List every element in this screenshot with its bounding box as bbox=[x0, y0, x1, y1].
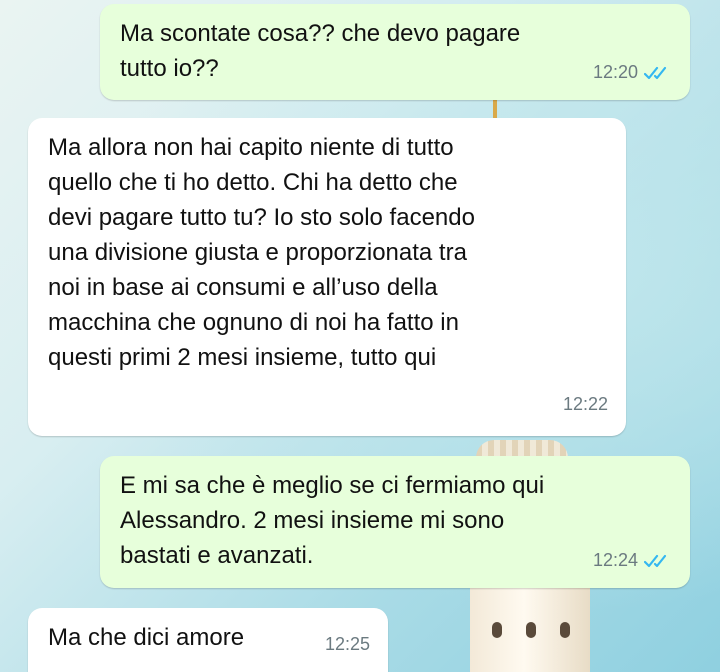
message-time: 12:22 bbox=[562, 394, 608, 414]
wallpaper-window bbox=[526, 622, 536, 638]
double-check-icon bbox=[644, 554, 667, 567]
message-bubble-outgoing[interactable]: E mi sa che è meglio se ci fermiamo qui … bbox=[100, 456, 690, 588]
message-meta: 12:22 bbox=[563, 387, 608, 422]
message-time: 12:24 bbox=[592, 550, 638, 570]
message-meta: 12:24 bbox=[593, 543, 672, 578]
wallpaper-window bbox=[492, 622, 502, 638]
message-meta: 12:25 bbox=[325, 627, 370, 662]
message-text: Ma che dici amore bbox=[48, 624, 245, 651]
message-meta: 12:20 bbox=[593, 55, 672, 90]
double-check-icon bbox=[644, 66, 667, 79]
message-bubble-incoming[interactable]: Ma che dici amore 12:25 bbox=[28, 608, 388, 672]
message-text: E mi sa che è meglio se ci fermiamo qui … bbox=[120, 472, 545, 569]
message-bubble-incoming[interactable]: Ma allora non hai capito niente di tutto… bbox=[28, 118, 626, 436]
message-text: Ma allora non hai capito niente di tutto… bbox=[48, 134, 475, 371]
message-time: 12:25 bbox=[324, 634, 370, 654]
message-text: Ma scontate cosa?? che devo pagare tutto… bbox=[120, 20, 521, 82]
message-time: 12:20 bbox=[592, 62, 638, 82]
wallpaper-window bbox=[560, 622, 570, 638]
message-bubble-outgoing[interactable]: Ma scontate cosa?? che devo pagare tutto… bbox=[100, 4, 690, 100]
wallpaper-spire bbox=[493, 98, 497, 120]
